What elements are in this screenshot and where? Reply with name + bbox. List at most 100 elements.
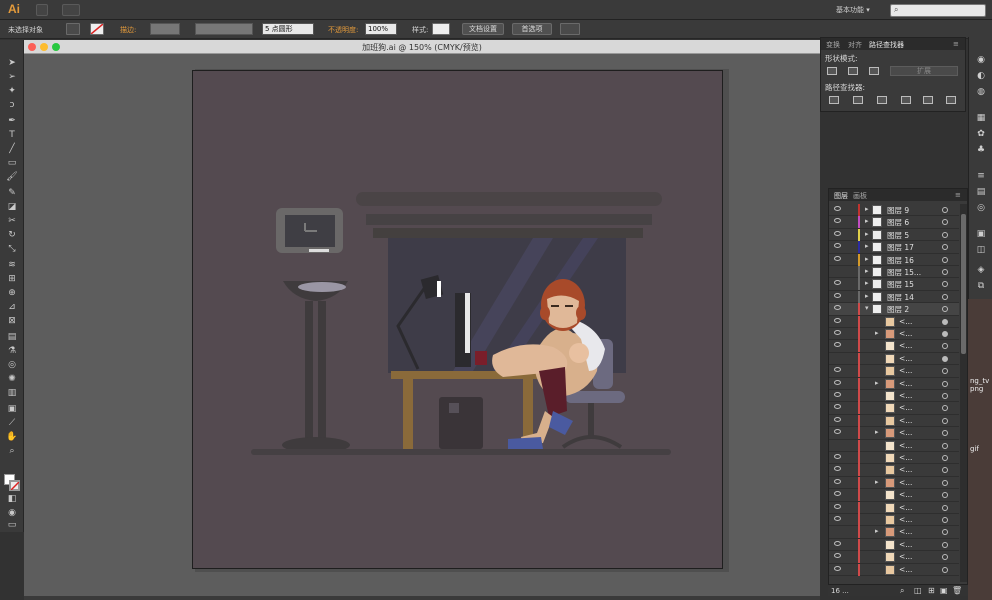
visibility-eye-icon[interactable]: [834, 317, 841, 323]
appearance-icon[interactable]: ◉: [974, 55, 988, 66]
target-icon[interactable]: [942, 492, 948, 499]
target-icon[interactable]: [942, 281, 948, 288]
target-icon[interactable]: [942, 380, 948, 387]
layer-row[interactable]: ▸ 图层 6: [829, 216, 959, 229]
target-icon[interactable]: [942, 430, 948, 437]
divide-icon[interactable]: [829, 96, 839, 104]
line-tool-icon[interactable]: ╱: [5, 144, 19, 155]
bridge-button[interactable]: [36, 4, 48, 16]
target-icon[interactable]: [942, 219, 948, 226]
layer-row[interactable]: ▸ 图层 15...: [829, 266, 959, 279]
visibility-eye-icon[interactable]: [834, 243, 841, 249]
panel-menu-icon[interactable]: ≡: [955, 191, 961, 199]
direct-selection-tool-icon[interactable]: ➢: [5, 72, 19, 83]
graphic-styles-icon[interactable]: ◐: [974, 71, 988, 82]
target-icon[interactable]: [942, 467, 948, 474]
target-icon[interactable]: [942, 417, 948, 424]
artboard[interactable]: [192, 70, 723, 569]
visibility-eye-icon[interactable]: [834, 516, 841, 521]
target-icon[interactable]: [942, 566, 948, 573]
sublayer-row[interactable]: <...: [829, 464, 959, 477]
visibility-eye-icon[interactable]: [834, 305, 841, 311]
screen-mode-icon[interactable]: ▭: [5, 520, 19, 531]
graphic-style-swatch[interactable]: [432, 23, 450, 35]
target-icon[interactable]: [942, 442, 948, 449]
preferences-button[interactable]: 首选项: [512, 23, 552, 35]
opacity-input[interactable]: 100%: [365, 23, 397, 35]
tab-transform[interactable]: 变换: [826, 40, 840, 50]
target-icon[interactable]: [942, 479, 948, 486]
new-sublayer-icon[interactable]: ⊞: [928, 586, 935, 595]
workspace-switcher[interactable]: 基本功能 ▾: [836, 5, 870, 15]
expand-triangle-icon[interactable]: ▸: [875, 478, 879, 486]
visibility-eye-icon[interactable]: [834, 280, 841, 286]
sublayer-row[interactable]: <...: [829, 340, 959, 353]
sublayer-row[interactable]: <...: [829, 402, 959, 415]
transparency-icon[interactable]: ◎: [974, 203, 988, 214]
target-icon[interactable]: [942, 504, 948, 511]
stroke-swatch[interactable]: [90, 23, 104, 35]
sublayer-row[interactable]: <...: [829, 439, 959, 452]
target-icon[interactable]: [942, 405, 948, 412]
expand-triangle-icon[interactable]: ▸: [875, 428, 879, 436]
target-icon[interactable]: [942, 231, 948, 238]
tab-pathfinder[interactable]: 路径查找器: [869, 40, 904, 50]
layers-scroll-thumb[interactable]: [961, 214, 966, 354]
illustration[interactable]: [193, 71, 723, 569]
visibility-eye-icon[interactable]: [834, 416, 841, 422]
gradient-tool-icon[interactable]: ▤: [5, 332, 19, 343]
target-icon[interactable]: [942, 343, 948, 350]
column-graph-tool-icon[interactable]: ▥: [5, 388, 19, 399]
visibility-eye-icon[interactable]: [834, 379, 841, 385]
tab-artboards[interactable]: 画板: [853, 191, 867, 201]
stroke-icon[interactable]: ≡: [974, 171, 988, 182]
sublayer-row[interactable]: <...: [829, 489, 959, 502]
rectangle-tool-icon[interactable]: ▭: [5, 158, 19, 169]
scissors-tool-icon[interactable]: ✂: [5, 216, 19, 227]
brushes-icon[interactable]: ✿: [974, 129, 988, 140]
sublayer-row[interactable]: <...: [829, 452, 959, 465]
expand-button[interactable]: 扩展: [890, 66, 958, 76]
warp-tool-icon[interactable]: ≋: [5, 260, 19, 271]
stroke-weight-field[interactable]: [150, 23, 180, 35]
target-icon[interactable]: [942, 318, 948, 325]
expand-triangle-icon[interactable]: ▸: [865, 205, 869, 213]
expand-triangle-icon[interactable]: ▸: [875, 329, 879, 337]
target-icon[interactable]: [942, 554, 948, 561]
target-icon[interactable]: [942, 517, 948, 523]
panel-menu-icon[interactable]: ≡: [953, 40, 959, 48]
trim-icon[interactable]: [853, 96, 863, 104]
expand-triangle-icon[interactable]: ▾: [865, 304, 869, 312]
expand-triangle-icon[interactable]: ▸: [865, 292, 869, 300]
visibility-eye-icon[interactable]: [834, 404, 841, 410]
lasso-tool-icon[interactable]: ↄ: [5, 100, 19, 111]
delete-layer-icon[interactable]: 🗑: [952, 586, 962, 595]
expand-triangle-icon[interactable]: ▸: [865, 230, 869, 238]
visibility-eye-icon[interactable]: [834, 367, 841, 373]
target-icon[interactable]: [942, 269, 948, 275]
merge-icon[interactable]: [877, 96, 887, 104]
links-icon[interactable]: ⧉: [974, 281, 988, 292]
layer-row[interactable]: ▸ 图层 14: [829, 290, 959, 304]
visibility-eye-icon[interactable]: [834, 478, 841, 484]
stroke-color-icon[interactable]: [9, 480, 20, 491]
target-icon[interactable]: [942, 331, 948, 337]
tab-align[interactable]: 对齐: [848, 40, 862, 50]
sublayer-row[interactable]: <...: [829, 390, 959, 403]
hand-tool-icon[interactable]: ✋: [5, 432, 19, 443]
pencil-tool-icon[interactable]: ✎: [5, 188, 19, 199]
sublayer-row[interactable]: <...: [829, 315, 959, 328]
drawing-mode-icon[interactable]: ◉: [5, 508, 19, 519]
sublayer-row[interactable]: <...: [829, 352, 959, 366]
tab-layers[interactable]: 图层: [834, 191, 848, 201]
expand-triangle-icon[interactable]: ▸: [875, 379, 879, 387]
target-icon[interactable]: [942, 355, 948, 362]
expand-triangle-icon[interactable]: ▸: [865, 279, 869, 287]
visibility-eye-icon[interactable]: [834, 330, 841, 335]
expand-triangle-icon[interactable]: ▸: [865, 267, 869, 275]
desktop-file-2[interactable]: gif: [970, 445, 979, 453]
target-icon[interactable]: [942, 256, 948, 263]
symbols-icon[interactable]: ♣: [974, 145, 988, 156]
visibility-eye-icon[interactable]: [834, 565, 841, 571]
visibility-eye-icon[interactable]: [834, 540, 841, 546]
